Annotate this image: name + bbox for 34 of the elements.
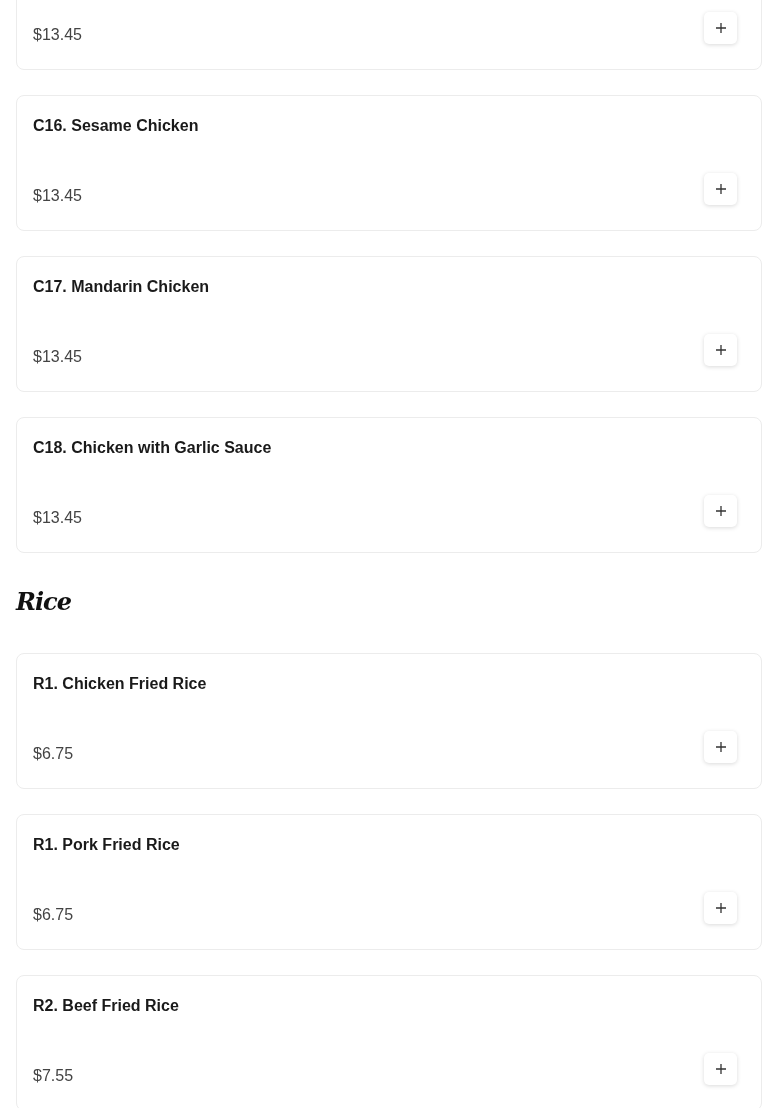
item-price: $13.45 <box>33 186 82 206</box>
add-button[interactable] <box>704 495 737 527</box>
item-name: C18. Chicken with Garlic Sauce <box>33 438 273 458</box>
item-price: $13.45 <box>33 25 82 45</box>
plus-icon <box>715 23 726 33</box>
item-name: R1. Chicken Fried Rice <box>33 674 208 694</box>
item-name: C16. Sesame Chicken <box>33 116 200 136</box>
menu-item-card[interactable]: C17. Mandarin Chicken $13.45 <box>16 256 762 392</box>
add-button[interactable] <box>704 731 737 763</box>
section-heading: Rice <box>16 586 72 618</box>
item-name: R1. Pork Fried Rice <box>33 835 181 855</box>
plus-icon <box>715 184 726 194</box>
item-name: C17. Mandarin Chicken <box>33 277 211 297</box>
item-price: $6.75 <box>33 744 74 764</box>
plus-icon <box>715 742 726 752</box>
plus-icon <box>715 903 726 913</box>
item-price: $6.75 <box>33 905 74 925</box>
plus-icon <box>715 1064 726 1074</box>
menu-item-card[interactable]: R1. Chicken Fried Rice $6.75 <box>16 653 762 789</box>
menu-item-card[interactable]: C18. Chicken with Garlic Sauce $13.45 <box>16 417 762 553</box>
plus-icon <box>715 506 726 516</box>
item-price: $13.45 <box>33 347 82 367</box>
add-button[interactable] <box>704 1053 737 1085</box>
item-price: $7.55 <box>33 1066 74 1086</box>
plus-icon <box>715 345 726 355</box>
add-button[interactable] <box>704 173 737 205</box>
item-name: R2. Beef Fried Rice <box>33 996 180 1016</box>
add-button[interactable] <box>704 892 737 924</box>
add-button[interactable] <box>704 334 737 366</box>
menu-item-card[interactable]: C16. Sesame Chicken $13.45 <box>16 95 762 231</box>
item-price: $13.45 <box>33 508 82 528</box>
add-button[interactable] <box>704 12 737 44</box>
menu-item-card[interactable]: $13.45 <box>16 0 762 70</box>
menu-item-card[interactable]: R1. Pork Fried Rice $6.75 <box>16 814 762 950</box>
